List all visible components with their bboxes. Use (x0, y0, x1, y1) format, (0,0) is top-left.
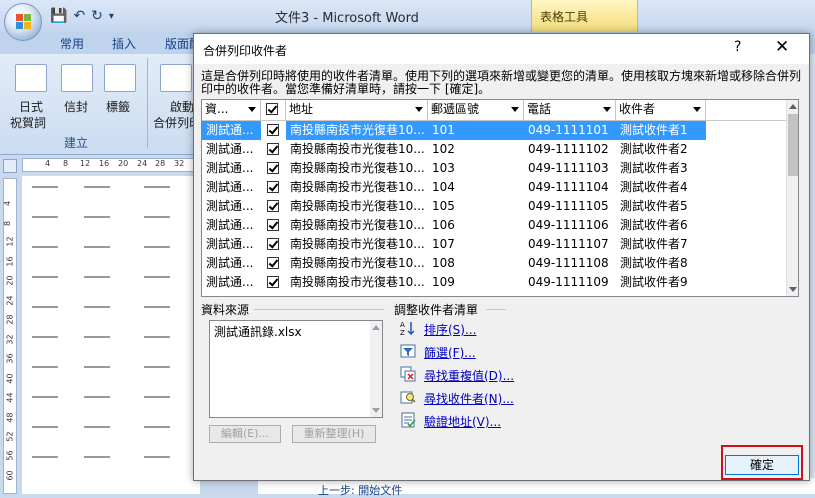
ribbon-label: 日式 (19, 100, 44, 114)
document-title: 文件3 - Microsoft Word (275, 11, 419, 26)
dialog-description: 這是合併列印時將使用的收件者清單。使用下列的選項來新增或變更您的清單。使用核取方… (201, 69, 802, 96)
table-row[interactable]: 測試通... 南投縣南投市光復巷10... 105 049-1111105 測試… (202, 197, 786, 216)
column-header-checkbox[interactable] (261, 100, 286, 120)
table-row[interactable]: 測試通... 南投縣南投市光復巷10... 107 049-1111107 測試… (202, 235, 786, 254)
mail-merge-button[interactable]: 啟動 (170, 98, 194, 115)
find-recipient-link[interactable]: 尋找收件者(N)... (424, 390, 514, 407)
section-divider (254, 309, 384, 310)
row-checkbox[interactable] (267, 219, 279, 231)
table-row[interactable]: 測試通... 南投縣南投市光復巷10... 102 049-1111102 測試… (202, 140, 786, 159)
row-checkbox[interactable] (267, 257, 279, 269)
dialog-title-bar: 合併列印收件者 ? ✕ (194, 34, 809, 64)
label-placeholder-row (32, 306, 192, 310)
data-source-list[interactable]: 測試通訊錄.xlsx (209, 320, 383, 418)
validate-address-icon (401, 412, 416, 428)
row-checkbox[interactable] (267, 124, 279, 136)
table-row[interactable]: 測試通... 南投縣南投市光復巷10... 104 049-1111104 測試… (202, 178, 786, 197)
redo-icon[interactable]: ↻ (91, 8, 103, 24)
mail-merge-recipients-dialog: 合併列印收件者 ? ✕ 這是合併列印時將使用的收件者清單。使用下列的選項來新增或… (193, 33, 810, 481)
label-placeholder-row (32, 456, 192, 460)
grid-header: 資... 地址 郵遞區號 電話 收件者 (202, 100, 786, 121)
label-placeholder-row (32, 366, 192, 370)
tab-insert[interactable]: 插入 (112, 35, 136, 52)
row-checkbox[interactable] (267, 276, 279, 288)
column-header-recipient[interactable]: 收件者 (616, 100, 706, 120)
scroll-up-icon[interactable] (372, 325, 380, 330)
column-header-source[interactable]: 資... (202, 100, 261, 120)
column-header-phone[interactable]: 電話 (524, 100, 616, 120)
start-mail-merge-icon[interactable] (10, 64, 52, 100)
ok-button[interactable]: 確定 (725, 455, 799, 475)
table-tools-tab[interactable]: 表格工具 (531, 0, 638, 32)
row-checkbox[interactable] (267, 162, 279, 174)
table-row[interactable]: 測試通... 南投縣南投市光復巷10... 109 049-1111109 測試… (202, 273, 786, 292)
save-icon[interactable]: 💾 (50, 8, 67, 24)
find-duplicates-link[interactable]: 尋找重複值(D)... (424, 367, 514, 384)
label-placeholder-row (32, 246, 192, 250)
data-source-label: 資料來源 (201, 303, 250, 317)
labels-button[interactable]: 標籤 (106, 98, 130, 115)
scroll-thumb[interactable] (788, 114, 798, 176)
undo-icon[interactable]: ↶ (73, 8, 85, 24)
label-placeholder-row (32, 426, 192, 430)
table-row[interactable]: 測試通... 南投縣南投市光復巷10... 106 049-1111106 測試… (202, 216, 786, 235)
envelopes-button[interactable]: 信封 (64, 98, 88, 115)
row-checkbox[interactable] (267, 200, 279, 212)
label-placeholder-row (32, 186, 192, 190)
group-create-label: 建立 (64, 136, 89, 150)
row-checkbox[interactable] (267, 181, 279, 193)
label-placeholder-row (32, 216, 192, 220)
svg-text:A: A (400, 321, 405, 329)
mail-merge-icon[interactable] (155, 64, 197, 100)
labels-icon[interactable] (99, 64, 141, 100)
row-checkbox[interactable] (267, 143, 279, 155)
column-header-zip[interactable]: 郵遞區號 (428, 100, 524, 120)
quick-access-toolbar: 💾 ↶ ↻ ▾ (50, 6, 114, 26)
label-placeholder-row (32, 276, 192, 280)
customize-qat-icon[interactable]: ▾ (109, 11, 114, 22)
dialog-title: 合併列印收件者 (203, 44, 288, 58)
label-placeholder-row (32, 396, 192, 400)
close-button[interactable]: ✕ (775, 37, 789, 57)
label-placeholder-row (32, 336, 192, 340)
scroll-down-icon[interactable] (789, 287, 797, 292)
previous-step-link[interactable]: 上一步: 開始文件 (318, 482, 402, 498)
refresh-button[interactable]: 重新整理(H) (292, 425, 376, 443)
svg-text:Z: Z (400, 329, 405, 336)
grid-scrollbar[interactable] (786, 100, 798, 296)
tab-home[interactable]: 常用 (60, 35, 84, 52)
table-row[interactable]: 測試通... 南投縣南投市光復巷10... 108 049-1111108 測試… (202, 254, 786, 273)
scroll-down-icon[interactable] (372, 408, 380, 413)
table-row[interactable]: 測試通... 南投縣南投市光復巷10... 101 049-1111101 測試… (202, 121, 786, 140)
column-header-address[interactable]: 地址 (286, 100, 428, 120)
filter-link[interactable]: 篩選(F)... (424, 344, 476, 361)
find-duplicates-icon (400, 366, 416, 382)
validate-address-link[interactable]: 驗證地址(V)... (424, 413, 501, 430)
table-row[interactable]: 測試通... 南投縣南投市光復巷10... 103 049-1111103 測試… (202, 159, 786, 178)
edit-button[interactable]: 編輯(E)... (209, 425, 281, 443)
document-page[interactable] (22, 176, 200, 494)
horizontal-ruler: 4 8 12 16 20 24 28 32 (22, 158, 200, 172)
tab-selector[interactable] (3, 159, 17, 173)
office-logo-icon (16, 14, 32, 30)
recipients-grid[interactable]: 資... 地址 郵遞區號 電話 收件者 測試通... 南投縣南投市光復巷10..… (201, 99, 799, 297)
find-recipient-icon (400, 391, 416, 404)
vertical-ruler: 4 8 12 16 20 24 28 32 36 40 44 48 52 56 … (3, 178, 17, 494)
row-checkbox[interactable] (267, 238, 279, 250)
ribbon-label[interactable]: 祝賀詞 (10, 114, 46, 131)
envelope-icon[interactable] (56, 64, 98, 100)
refine-list-label: 調整收件者清單 (394, 303, 479, 317)
group-divider (147, 58, 148, 148)
data-source-item[interactable]: 測試通訊錄.xlsx (214, 323, 302, 340)
scroll-up-icon[interactable] (789, 104, 797, 109)
select-all-checkbox[interactable] (266, 103, 278, 115)
filter-icon (400, 344, 416, 358)
office-button[interactable] (4, 3, 42, 41)
help-button[interactable]: ? (734, 39, 741, 55)
sort-link[interactable]: 排序(S)... (424, 321, 476, 338)
section-divider (486, 309, 506, 310)
data-source-scrollbar[interactable] (370, 321, 382, 417)
sort-icon: A Z (400, 321, 415, 336)
